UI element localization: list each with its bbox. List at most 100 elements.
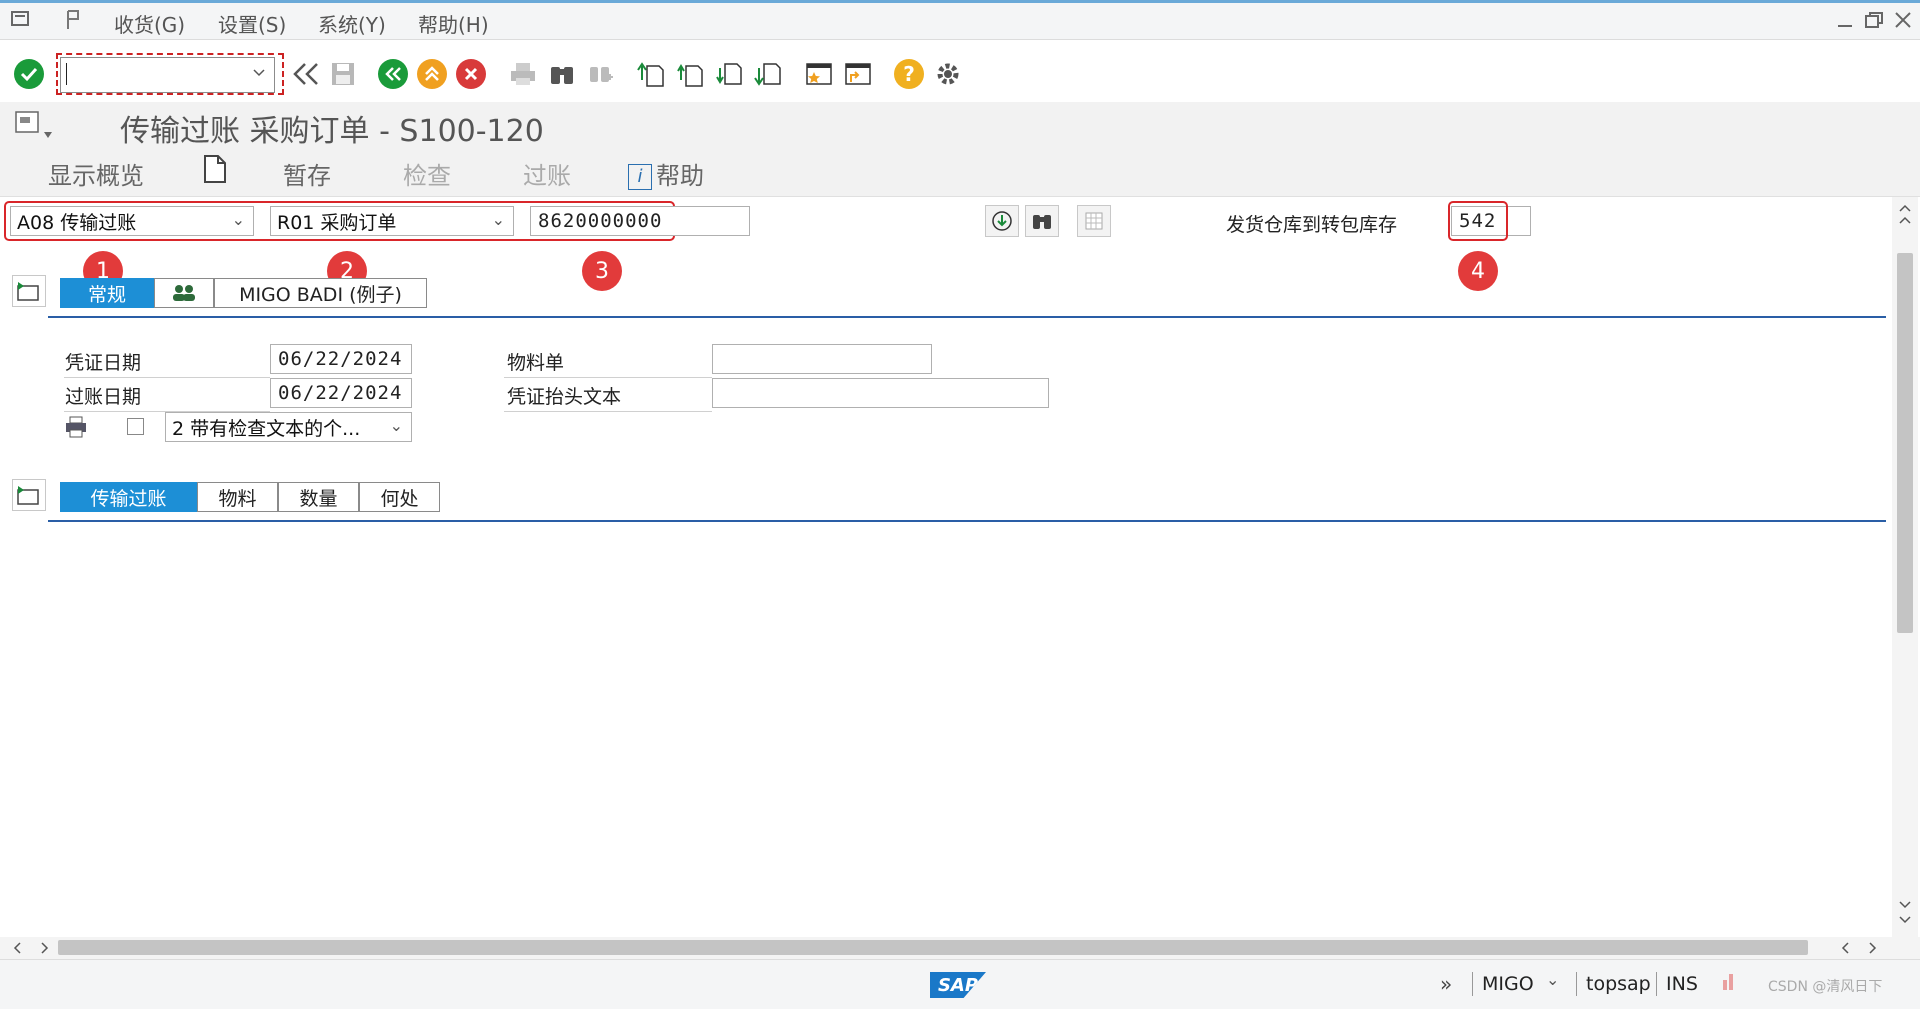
scroll-left-icon[interactable] bbox=[12, 939, 52, 961]
first-page-icon[interactable] bbox=[634, 57, 668, 91]
next-page-icon[interactable] bbox=[712, 57, 746, 91]
previous-page-icon[interactable] bbox=[673, 57, 707, 91]
divider bbox=[504, 377, 712, 378]
transaction-code[interactable]: MIGO bbox=[1482, 973, 1534, 995]
collapse-header-icon[interactable] bbox=[12, 275, 46, 307]
back-icon[interactable] bbox=[376, 57, 410, 91]
menu-icon[interactable] bbox=[10, 9, 32, 34]
sap-logo: SAP bbox=[930, 972, 986, 998]
header-text-label: 凭证抬头文本 bbox=[507, 386, 622, 408]
divider bbox=[64, 377, 270, 378]
divider bbox=[1576, 972, 1577, 996]
marker-4: 4 bbox=[1458, 251, 1498, 291]
chevron-down-icon: ⌄ bbox=[389, 416, 403, 435]
save-icon[interactable] bbox=[326, 57, 360, 91]
chevron-down-icon[interactable] bbox=[252, 62, 266, 86]
scroll-down-icon[interactable] bbox=[1898, 897, 1912, 931]
tab-general[interactable]: 常规 bbox=[60, 278, 154, 308]
tab-partner[interactable] bbox=[154, 278, 214, 308]
tab-material[interactable]: 物料 bbox=[197, 482, 278, 512]
collapse-items-icon[interactable] bbox=[12, 479, 46, 511]
show-overview-button[interactable]: 显示概览 bbox=[48, 156, 144, 191]
print-option-select[interactable]: 2 带有检查文本的个... ⌄ bbox=[165, 412, 412, 442]
movement-type-description: 发货仓库到转包库存 bbox=[1226, 214, 1398, 236]
post-date-value: 06/22/2024 bbox=[278, 382, 403, 404]
header-text-input[interactable] bbox=[712, 378, 1049, 408]
material-slip-input[interactable] bbox=[712, 344, 932, 374]
minimize-icon[interactable] bbox=[1836, 11, 1854, 34]
application-toolbar: 显示概览 暂存 检查 过账 i 帮助 bbox=[0, 146, 1920, 197]
post-date-input[interactable]: 06/22/2024 bbox=[270, 378, 412, 408]
search-binoculars-icon[interactable] bbox=[1025, 205, 1059, 237]
divider bbox=[504, 411, 712, 412]
help-button-label: 帮助 bbox=[656, 162, 704, 190]
material-slip-label: 物料单 bbox=[507, 352, 565, 374]
horizontal-scrollbar[interactable] bbox=[0, 937, 1920, 959]
performance-icon bbox=[1720, 970, 1742, 996]
divider bbox=[1472, 972, 1473, 996]
menu-system[interactable]: 系统(Y) bbox=[318, 9, 386, 38]
cancel-icon[interactable] bbox=[454, 57, 488, 91]
print-icon[interactable] bbox=[506, 57, 540, 91]
text-cursor bbox=[66, 63, 67, 85]
calendar-icon[interactable] bbox=[1077, 205, 1111, 237]
enter-icon[interactable] bbox=[12, 57, 46, 91]
status-bar: SAP » MIGO ⌄ topsap INS CSDN @清风日下 bbox=[0, 959, 1920, 1009]
print-checkbox[interactable] bbox=[127, 418, 144, 435]
title-bar: 传输过账 采购订单 - S100-120 bbox=[0, 102, 1920, 149]
find-icon[interactable] bbox=[545, 57, 579, 91]
page-title: 传输过账 采购订单 - S100-120 bbox=[120, 114, 544, 149]
menu-help[interactable]: 帮助(H) bbox=[418, 9, 489, 38]
restore-icon[interactable] bbox=[1864, 11, 1884, 34]
new-document-icon[interactable] bbox=[203, 154, 227, 190]
tab-where[interactable]: 何处 bbox=[359, 482, 440, 512]
post-date-label: 过账日期 bbox=[65, 386, 142, 408]
last-page-icon[interactable] bbox=[751, 57, 785, 91]
tab-quantity[interactable]: 数量 bbox=[278, 482, 359, 512]
po-number-input[interactable]: 8620000000 bbox=[530, 206, 750, 236]
po-number-value: 8620000000 bbox=[538, 210, 663, 232]
chevron-down-icon[interactable]: ⌄ bbox=[1546, 970, 1559, 989]
doc-date-label: 凭证日期 bbox=[65, 352, 142, 374]
execute-icon[interactable] bbox=[985, 205, 1019, 237]
tab-transfer-posting[interactable]: 传输过账 bbox=[60, 482, 197, 512]
favorites-icon[interactable] bbox=[64, 9, 86, 36]
scroll-right-icon[interactable] bbox=[1840, 939, 1880, 961]
divider bbox=[1656, 972, 1657, 996]
help-symbol: ? bbox=[894, 59, 924, 89]
command-field[interactable] bbox=[60, 57, 275, 93]
horizontal-scrollbar-thumb[interactable] bbox=[58, 940, 1808, 955]
standard-toolbar: ? bbox=[0, 40, 1920, 102]
menu-bar: 收货(G) 设置(S) 系统(Y) 帮助(H) bbox=[0, 3, 1920, 40]
work-area: A08 传输过账 ⌄ R01 采购订单 ⌄ 8620000000 发货仓库到转包… bbox=[0, 197, 1920, 937]
print-option-value: 2 带有检查文本的个... bbox=[172, 417, 361, 440]
menu-settings[interactable]: 设置(S) bbox=[218, 9, 286, 38]
check-button[interactable]: 检查 bbox=[403, 156, 451, 191]
scroll-up-icon[interactable] bbox=[1898, 203, 1912, 237]
generate-shortcut-icon[interactable] bbox=[841, 57, 875, 91]
status-expand-icon[interactable]: » bbox=[1440, 972, 1452, 996]
info-icon: i bbox=[628, 164, 652, 190]
help-icon[interactable]: ? bbox=[892, 57, 926, 91]
hold-button[interactable]: 暂存 bbox=[283, 156, 331, 191]
insert-mode: INS bbox=[1666, 973, 1698, 995]
layout-menu-icon[interactable] bbox=[14, 110, 60, 144]
back-double-chevron-icon[interactable] bbox=[288, 57, 322, 91]
doc-date-value: 06/22/2024 bbox=[278, 348, 403, 370]
system-name: topsap bbox=[1586, 973, 1651, 995]
post-button[interactable]: 过账 bbox=[523, 156, 571, 191]
create-session-icon[interactable] bbox=[802, 57, 836, 91]
close-icon[interactable] bbox=[1894, 11, 1912, 34]
menu-goods-receipt[interactable]: 收货(G) bbox=[114, 9, 185, 38]
find-next-icon[interactable] bbox=[584, 57, 618, 91]
doc-date-input[interactable]: 06/22/2024 bbox=[270, 344, 412, 374]
movement-type-highlight-box bbox=[1448, 201, 1508, 241]
scrollbar-thumb[interactable] bbox=[1897, 253, 1913, 633]
tab-migo-badi[interactable]: MIGO BADI (例子) bbox=[214, 278, 427, 308]
item-tab-underline bbox=[48, 520, 1886, 522]
print-icon bbox=[63, 415, 89, 443]
exit-icon[interactable] bbox=[415, 57, 449, 91]
help-button[interactable]: i 帮助 bbox=[628, 156, 704, 191]
vertical-scrollbar[interactable] bbox=[1892, 197, 1918, 937]
settings-gear-icon[interactable] bbox=[931, 57, 965, 91]
